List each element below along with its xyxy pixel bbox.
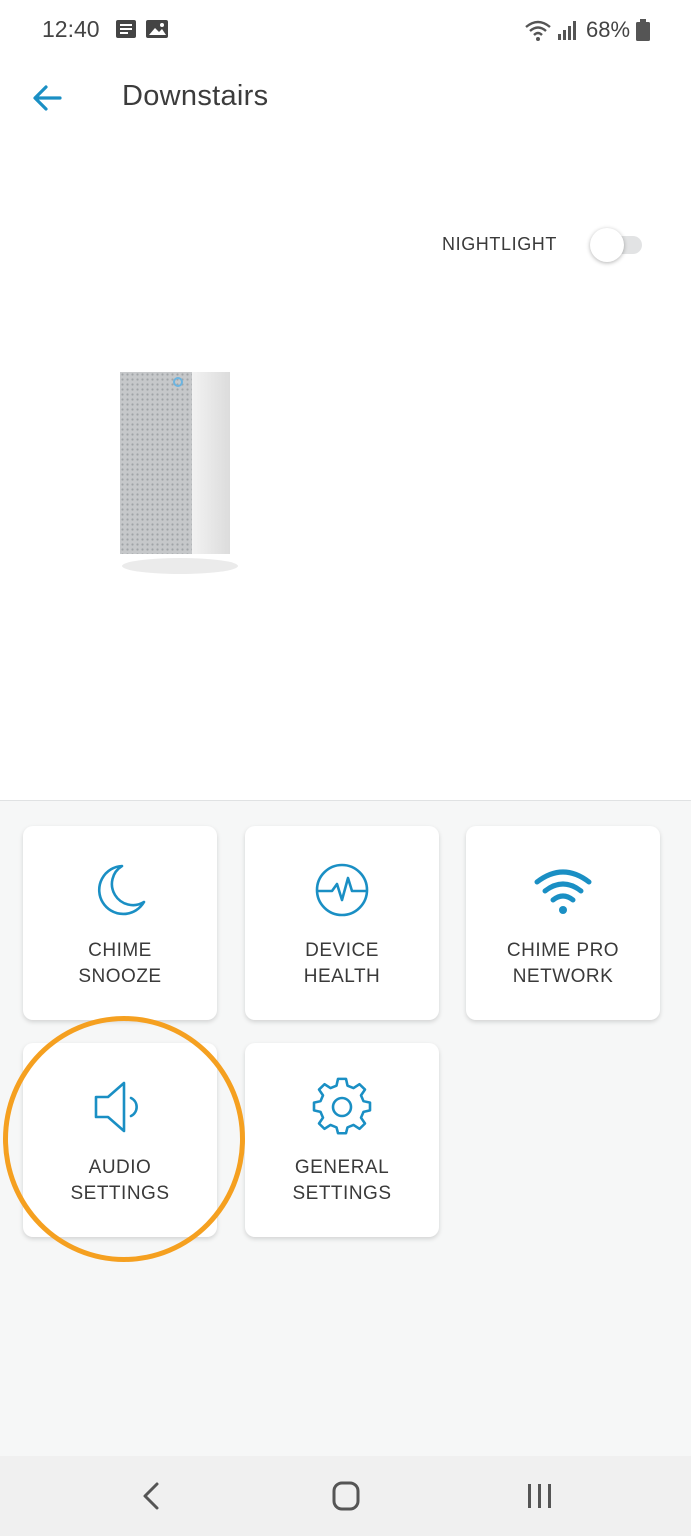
tile-label: CHIME SNOOZE — [78, 940, 162, 987]
general-settings-tile[interactable]: GENERAL SETTINGS — [245, 1043, 439, 1237]
moon-icon — [97, 864, 146, 916]
signal-icon — [558, 21, 576, 40]
navigation-bar — [0, 1456, 691, 1536]
tile-label: DEVICE HEALTH — [303, 940, 381, 987]
nightlight-toggle[interactable] — [590, 228, 646, 262]
nav-home-icon[interactable] — [326, 1478, 366, 1514]
chime-snooze-tile[interactable]: CHIME SNOOZE — [23, 826, 217, 1020]
speaker-icon — [94, 1081, 138, 1133]
photo-icon — [146, 20, 168, 38]
status-time: 12:40 — [42, 16, 100, 42]
tile-label: CHIME PRO NETWORK — [506, 940, 620, 987]
pulse-icon — [315, 863, 369, 917]
gear-icon — [312, 1077, 372, 1135]
wifi-icon — [525, 20, 551, 41]
audio-settings-tile[interactable]: AUDIO SETTINGS — [23, 1043, 217, 1237]
device-health-tile[interactable]: DEVICE HEALTH — [245, 826, 439, 1020]
arrow-left-icon[interactable] — [28, 78, 68, 118]
wifi-icon — [534, 869, 592, 914]
tile-label: GENERAL SETTINGS — [292, 1157, 392, 1204]
battery-percent: 68% — [586, 17, 631, 42]
nav-recents-icon[interactable] — [520, 1478, 560, 1514]
notification-icon — [116, 20, 136, 38]
chime-pro-network-tile[interactable]: CHIME PRO NETWORK — [466, 826, 660, 1020]
battery-icon — [636, 19, 650, 41]
nav-back-icon[interactable] — [132, 1478, 172, 1514]
tile-label: AUDIO SETTINGS — [70, 1157, 170, 1204]
nightlight-label: NIGHTLIGHT — [442, 234, 558, 254]
status-bar: 12:40 68% — [0, 0, 691, 64]
page-title: Downstairs — [122, 80, 269, 112]
toggle-thumb — [590, 228, 624, 262]
chime-device-image — [108, 370, 238, 574]
